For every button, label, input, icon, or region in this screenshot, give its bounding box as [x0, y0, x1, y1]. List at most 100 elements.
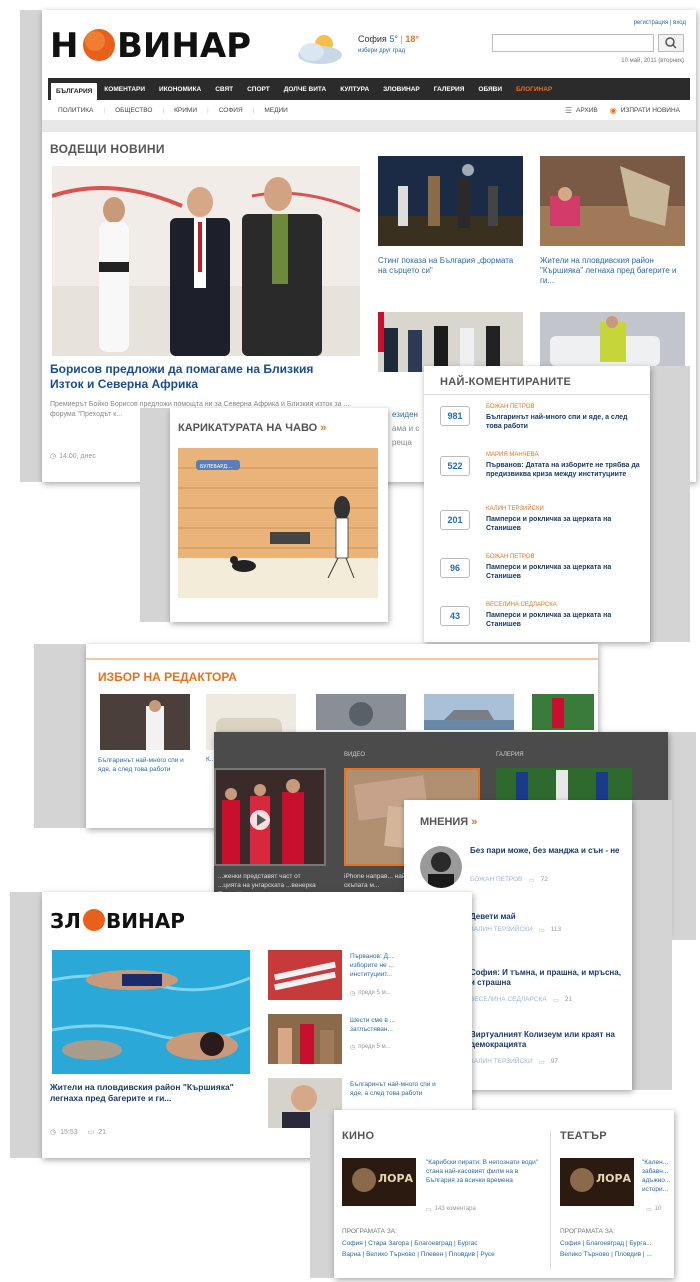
teatar-cities-1[interactable]: София | Благоевград | Бурга... — [560, 1240, 672, 1247]
nav-item-zlovinar[interactable]: ЗЛОВИНАР — [376, 86, 427, 93]
side-news-1-title[interactable]: Стинг показа на България „формата на сър… — [378, 256, 518, 276]
side-news-2-photo[interactable] — [540, 156, 685, 246]
opinion-comment-count: 21 — [564, 996, 572, 1003]
zlovinar-side-1-title[interactable]: Първанов: Д... изборите не ... институци… — [350, 952, 410, 979]
nav-item-ads[interactable]: ОБЯВИ — [471, 86, 509, 93]
side-news-2-title[interactable]: Жители на пловдивския район "Кършияка" л… — [540, 256, 682, 286]
main-time: ◷ 14:00, днес — [50, 452, 96, 461]
football-image — [496, 768, 632, 800]
comment-item[interactable]: 522 МАРИЯ МАНЧЕВА Първанов: Датата на из… — [424, 448, 650, 504]
opinion-title[interactable]: Девети май — [470, 912, 626, 922]
zlovinar-side-1-photo[interactable] — [268, 950, 342, 1000]
subnav-crime[interactable]: КРИМИ — [164, 107, 207, 114]
zlovinar-side-2-title[interactable]: Шести сме в ... затлъстяван... — [350, 1016, 410, 1034]
editor-choice-title: ИЗБОР НА РЕДАКТОРА — [98, 670, 237, 684]
comment-text[interactable]: Българинът най-много спи и яде, а след т… — [486, 413, 644, 431]
comment-item[interactable]: 96 БОЖАН ПЕТРОВ Памперси и рокличка за щ… — [424, 552, 650, 600]
search-input[interactable] — [492, 34, 654, 52]
opinions-title: МНЕНИЯ — [420, 816, 469, 828]
zlovinar-side-1-meta: ◷ преди 5 м... — [350, 990, 391, 997]
kino-comments-count: 143 коментара — [434, 1206, 476, 1212]
kino-title[interactable]: КИНО — [342, 1130, 374, 1142]
nav-item-dolce-vita[interactable]: ДОЛЧЕ ВИТА — [277, 86, 333, 93]
subnav-sofia[interactable]: СОФИЯ — [209, 107, 253, 114]
nav-item-culture[interactable]: КУЛТУРА — [333, 86, 376, 93]
cigarettes-image — [268, 950, 342, 1000]
comment-author: БОЖАН ПЕТРОВ — [486, 404, 535, 410]
kino-poster[interactable]: ЛОРА — [342, 1158, 416, 1206]
comment-text[interactable]: Първанов: Датата на изборите не трябва д… — [486, 461, 644, 479]
cartoon-card-shadow — [140, 408, 170, 622]
kino-cities-1[interactable]: София | Стара Загора | Благоевград | Бур… — [342, 1240, 477, 1247]
editor-photo-1[interactable] — [100, 694, 190, 750]
zlovinar-logo[interactable]: ЗЛ ВИНАР — [50, 904, 200, 934]
search-button[interactable] — [658, 34, 684, 52]
kino-film-text[interactable]: "Карибски пирати: В непознати води" стан… — [426, 1158, 544, 1185]
nav-item-comments[interactable]: КОМЕНТАРИ — [97, 86, 152, 93]
nav-item-bloginar[interactable]: БЛОГИНАР — [509, 86, 559, 93]
opinions-more-arrow[interactable]: » — [471, 816, 477, 828]
main-news-photo[interactable] — [52, 166, 360, 356]
side-news-3-photo[interactable] — [378, 312, 523, 372]
opinion-comment-count: 72 — [540, 876, 548, 883]
nav-item-gallery[interactable]: ГАЛЕРИЯ — [427, 86, 472, 93]
novinar-logo-icon: Н ВИНАР — [50, 26, 251, 66]
comment-text[interactable]: Памперси и рокличка за щерката на Станиш… — [486, 611, 644, 629]
send-news-link[interactable]: ◉ ИЗПРАТИ НОВИНА — [610, 106, 690, 115]
editor-photo-5[interactable] — [532, 694, 594, 730]
comment-count-badge: 981 — [440, 406, 470, 426]
teatar-poster[interactable]: ЛОРА — [560, 1158, 634, 1206]
subnav-media[interactable]: МЕДИИ — [254, 107, 298, 114]
zlovinar-main-photo[interactable] — [52, 950, 250, 1074]
side-news-1-photo[interactable] — [378, 156, 523, 246]
weather-widget[interactable]: София 5° | 18° избери друг град — [294, 30, 454, 66]
opinion-title[interactable]: София: И тъмна, и прашна, и мръсна, и ст… — [470, 968, 626, 988]
comment-text[interactable]: Памперси и рокличка за щерката на Станиш… — [486, 515, 644, 533]
opinion-title[interactable]: Без пари може, без манджа и сън - не — [470, 846, 626, 856]
side-news-4-photo[interactable] — [540, 312, 685, 372]
main-nav: БЪЛГАРИЯ КОМЕНТАРИ ИКОНОМИКА СВЯТ СПОРТ … — [48, 78, 690, 100]
teatar-title[interactable]: ТЕАТЪР — [560, 1130, 607, 1142]
teatar-cities-2[interactable]: Велико Търново | Пловдив | ... — [560, 1251, 672, 1258]
nav-item-economy[interactable]: ИКОНОМИКА — [152, 86, 208, 93]
opinion-title[interactable]: Виртуалният Колизеум или краят на демокр… — [470, 1030, 626, 1050]
sub-nav: ПОЛИТИКА | ОБЩЕСТВО | КРИМИ | СОФИЯ | МЕ… — [48, 102, 690, 118]
archive-link[interactable]: ☰ АРХИВ — [565, 106, 610, 115]
nav-item-world[interactable]: СВЯТ — [208, 86, 240, 93]
sport-image — [532, 694, 594, 730]
site-logo[interactable]: Н ВИНАР — [50, 24, 260, 66]
movie-poster-image: ЛОРА — [342, 1158, 416, 1206]
comment-item[interactable]: 201 КАЛИН ТЕРЗИЙСКИ Памперси и рокличка … — [424, 504, 650, 552]
zlovinar-side-2-photo[interactable] — [268, 1014, 342, 1064]
nav-item-bulgaria[interactable]: БЪЛГАРИЯ — [51, 82, 98, 100]
video-label: ВИДЕО — [344, 752, 366, 758]
comment-author: ВЕСЕЛИНА СЕДЛАРСКА — [486, 602, 557, 608]
editor-item-1-title[interactable]: Българинът най-много спи и яде, а след т… — [98, 756, 194, 774]
cartoon-more-arrow[interactable]: » — [320, 422, 326, 434]
teatar-text[interactable]: "Кален... забавн... адъжно... истори... — [642, 1158, 672, 1198]
comments-card-shadow — [650, 366, 690, 642]
cartoon-street-sign: БУЛЕВАРД... — [200, 464, 232, 470]
zlovinar-headline[interactable]: Жители на пловдивския район "Кършияка" л… — [50, 1082, 250, 1104]
opinion-meta: ВЕСЕЛИНА СЕДЛАРСКА ▭ 21 — [470, 996, 572, 1004]
editor-photo-4[interactable] — [424, 694, 514, 730]
comment-item[interactable]: 43 ВЕСЕЛИНА СЕДЛАРСКА Памперси и рокличк… — [424, 600, 650, 644]
comment-item[interactable]: 981 БОЖАН ПЕТРОВ Българинът най-много сп… — [424, 400, 650, 448]
nav-item-sport[interactable]: СПОРТ — [240, 86, 277, 93]
kino-cities-2[interactable]: Варна | Велико Търново | Плевен | Пловди… — [342, 1251, 495, 1258]
weather-choose-link[interactable]: избери друг град — [358, 48, 405, 54]
zlovinar-side-3-title[interactable]: Българинът най-много спи и яде, а след т… — [350, 1080, 450, 1098]
editor-photo-3[interactable] — [316, 694, 406, 730]
archive-icon: ☰ — [564, 105, 573, 115]
comment-text[interactable]: Памперси и рокличка за щерката на Станиш… — [486, 563, 644, 581]
register-login-link[interactable]: регистрация | вход — [634, 20, 686, 26]
gallery-thumb-1[interactable] — [496, 768, 632, 800]
cartoon-image[interactable]: БУЛЕВАРД... — [178, 448, 378, 598]
subnav-politics[interactable]: ПОЛИТИКА — [48, 107, 103, 114]
avatar — [420, 846, 462, 888]
send-news-icon: ◉ — [609, 105, 617, 115]
main-headline[interactable]: Борисов предложи да помагаме на Близкия … — [50, 362, 330, 392]
subnav-society[interactable]: ОБЩЕСТВО — [105, 107, 162, 114]
editor-card-shadow — [34, 644, 86, 828]
video-thumb-1[interactable] — [214, 768, 326, 866]
